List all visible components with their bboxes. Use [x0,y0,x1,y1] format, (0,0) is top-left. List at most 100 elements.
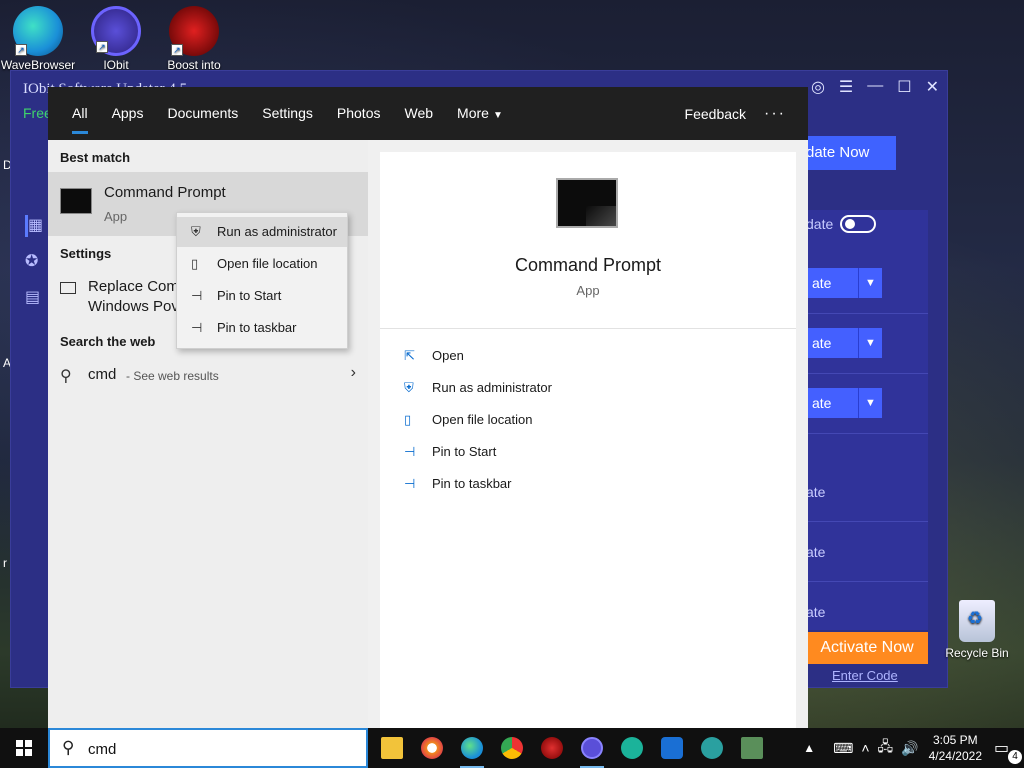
shortcut-arrow-icon: ↗ [15,44,27,56]
context-open-file-location[interactable]: ▯ Open file location [177,249,347,279]
action-pin-to-start[interactable]: ⊣ Pin to Start [404,444,496,466]
recycle-bin-icon [959,600,995,642]
file-explorer-icon[interactable] [372,728,412,768]
feedback-button[interactable]: Feedback [667,106,764,122]
action-run-as-admin[interactable]: ⛨ Run as administrator [404,380,552,402]
maximize-icon[interactable]: ☐ [897,77,911,97]
dashboard-icon[interactable]: ▦ [25,215,47,237]
iobit-icon: ↗ [91,6,141,56]
update-dropdown-button[interactable]: ate ▼ [806,388,882,418]
update-dropdown-button[interactable]: ate ▼ [806,328,882,358]
volume-icon[interactable]: 🔊 [901,740,918,757]
boost-icon: ↗ [169,6,219,56]
best-match-type: App [104,209,128,224]
task-manager-icon[interactable] [732,728,772,768]
start-search-panel: All Apps Documents Settings Photos Web M… [48,87,808,728]
file-icon: ▯ [404,412,412,427]
antivirus-icon[interactable] [532,728,572,768]
browser-icon[interactable] [412,728,452,768]
desktop-icon-recycle-bin[interactable]: Recycle Bin [944,600,1010,660]
taskbar-search-input[interactable] [88,738,348,760]
tab-settings[interactable]: Settings [250,87,325,140]
desktop-icon-wavebrowser[interactable]: ↗ WaveBrowser [0,0,76,72]
update-row: ate ▼ [800,314,928,374]
tab-more[interactable]: More ▼ [445,87,515,140]
shield-icon: ⛨ [191,224,201,239]
tab-photos[interactable]: Photos [325,87,393,140]
auto-update-toggle[interactable] [840,215,876,233]
desktop-icon-iobit[interactable]: ↗ IObit [78,0,154,72]
update-now-button[interactable]: date Now [800,136,896,170]
desktop-icon-boost[interactable]: ↗ Boost into [156,0,232,72]
update-row: ate ▼ [800,254,928,314]
monitor-icon [60,282,76,294]
iobit-account-icon[interactable]: ◎ [811,77,825,97]
edge-icon[interactable] [452,728,492,768]
context-run-as-admin[interactable]: ⛨ Run as administrator [177,217,347,247]
shortcut-arrow-icon: ↗ [171,44,183,56]
tab-web[interactable]: Web [392,87,445,140]
driver-booster-icon[interactable] [692,728,732,768]
close-icon[interactable]: ✕ [926,77,939,97]
divider [380,328,796,329]
auto-update-label: date [806,216,834,232]
tab-all[interactable]: All [60,87,100,140]
web-result-item[interactable]: ⚲ cmd - See web results › [60,364,356,388]
tab-apps[interactable]: Apps [100,87,156,140]
search-icon: ⚲ [62,738,75,757]
pin-icon: ⊣ [191,288,203,303]
clock-date: 4/24/2022 [928,749,982,763]
pin-icon: ⊣ [404,444,416,459]
action-open-file-location[interactable]: ▯ Open file location [404,412,532,434]
web-query: cmd [88,366,117,383]
caret-down-icon[interactable]: ▼ [858,388,882,418]
store-icon[interactable]: ▤ [25,287,47,309]
network-icon[interactable]: 🖧 [878,736,894,760]
defender-icon[interactable] [652,728,692,768]
update-dropdown-button[interactable]: ate ▼ [806,268,882,298]
minimize-icon[interactable]: — [867,77,883,97]
menu-icon[interactable]: ☰ [839,77,853,97]
action-pin-to-taskbar[interactable]: ⊣ Pin to taskbar [404,476,512,498]
action-open[interactable]: ⇱ Open [404,348,464,370]
start-button[interactable] [0,728,48,768]
caret-down-icon[interactable]: ▼ [858,328,882,358]
context-menu: ⛨ Run as administrator ▯ Open file locatio… [176,212,348,349]
preview-app-name: Command Prompt [514,255,662,275]
update-row: ate [800,522,928,582]
command-prompt-icon [60,188,92,214]
web-suffix: - See web results [126,369,219,383]
uninstaller-icon[interactable] [612,728,652,768]
command-prompt-large-icon [556,178,618,228]
iobit-icon[interactable] [572,728,612,768]
tray-chevron-icon[interactable]: ▲ [803,741,815,755]
pin-icon: ⊣ [191,320,203,335]
search-icon: ⚲ [60,368,72,385]
taskbar-search-box[interactable]: ⚲ [48,728,368,768]
more-options-icon[interactable]: ··· [764,105,808,123]
chrome-icon[interactable] [492,728,532,768]
tab-documents[interactable]: Documents [155,87,250,140]
keyboard-icon[interactable]: ⌨ [833,740,853,757]
context-pin-to-start[interactable]: ⊣ Pin to Start [177,281,347,311]
search-filter-bar: All Apps Documents Settings Photos Web M… [48,87,808,140]
notification-center-icon[interactable]: ▭ 4 [994,738,1024,764]
activate-now-button[interactable]: Activate Now [806,632,928,664]
chevron-right-icon[interactable]: › [351,364,356,382]
badge-icon[interactable]: ✪ [25,251,47,273]
taskbar-clock[interactable]: 3:05 PM 4/24/2022 [929,732,982,764]
show-hidden-icons-icon[interactable]: ˄ [861,740,869,756]
pin-icon: ⊣ [404,476,416,491]
context-pin-to-taskbar[interactable]: ⊣ Pin to taskbar [177,313,347,343]
update-row: ate [800,462,928,522]
enter-code-link[interactable]: Enter Code [832,668,898,683]
desktop-partial-label: r [3,556,7,570]
windows-logo-icon [16,740,32,756]
caret-down-icon[interactable]: ▼ [858,268,882,298]
open-icon: ⇱ [404,348,415,363]
best-match-name: Command Prompt [104,184,226,201]
settings-header: Settings [60,246,112,261]
notification-badge: 4 [1008,750,1022,764]
best-match-header: Best match [60,150,131,165]
system-tray: ▲ ⌨ ˄ 🖧 🔊 3:05 PM 4/24/2022 ▭ 4 [799,728,1024,768]
